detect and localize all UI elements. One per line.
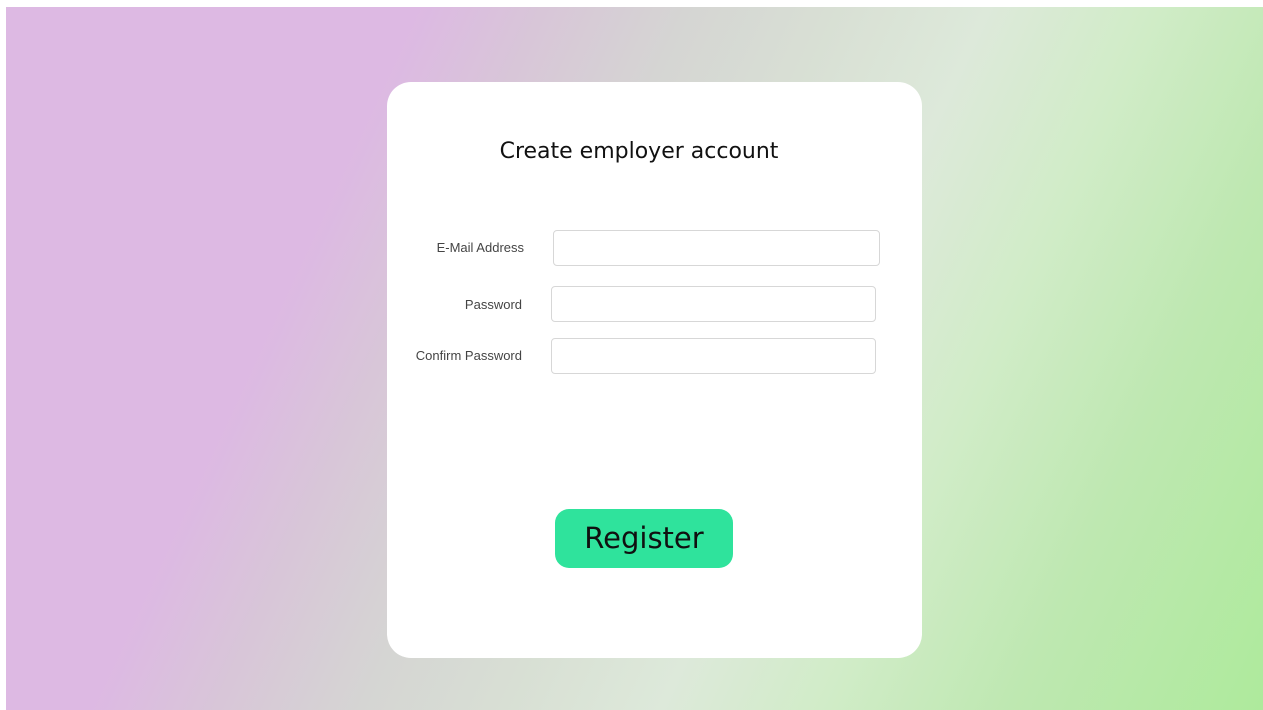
password-field[interactable] xyxy=(551,286,876,322)
registration-page: Create employer account E-Mail Address P… xyxy=(0,0,1263,710)
confirm-password-label: Confirm Password xyxy=(415,348,522,363)
confirm-password-field[interactable] xyxy=(551,338,876,374)
email-field[interactable] xyxy=(553,230,880,266)
register-button[interactable]: Register xyxy=(555,509,733,568)
password-label: Password xyxy=(464,297,522,312)
form-title: Create employer account xyxy=(499,139,779,164)
email-label: E-Mail Address xyxy=(436,240,524,255)
